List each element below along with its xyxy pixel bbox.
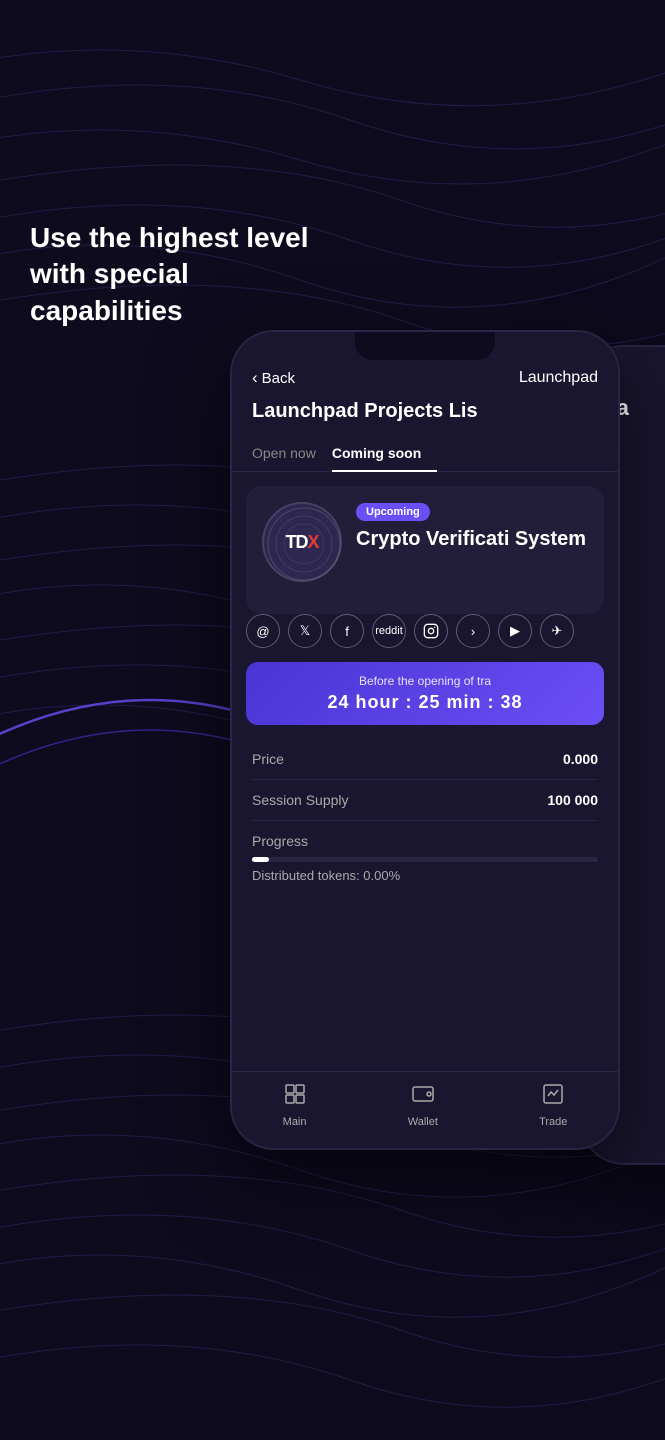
progress-section: Progress Distributed tokens: 0.00%	[232, 821, 618, 895]
main-nav-icon	[283, 1082, 307, 1112]
card-info: Upcoming Crypto Verificati System	[356, 502, 588, 551]
back-label: Back	[262, 370, 295, 387]
facebook-icon[interactable]: f	[330, 614, 364, 648]
hero-text: Use the highest level with special capab…	[30, 220, 340, 329]
at-icon[interactable]: @	[246, 614, 280, 648]
upcoming-badge: Upcoming	[356, 503, 430, 521]
project-name: Crypto Verificati System	[356, 527, 588, 551]
main-nav-label: Main	[283, 1116, 307, 1128]
phone-screen: ‹ Back Launchpad Launchpad Projects Lis …	[232, 332, 618, 1148]
wallet-nav-label: Wallet	[408, 1116, 438, 1128]
trade-nav-label: Trade	[539, 1116, 567, 1128]
tab-open-now[interactable]: Open now	[252, 437, 332, 471]
detail-rows: Price 0.000 Session Supply 100 000	[232, 739, 618, 821]
youtube-icon[interactable]: ▶	[498, 614, 532, 648]
distributed-tokens-text: Distributed tokens: 0.00%	[252, 868, 598, 883]
page-title: Launchpad Projects Lis	[232, 400, 618, 437]
countdown-label: Before the opening of tra	[262, 674, 588, 688]
project-logo: TDX	[262, 502, 342, 582]
telegram-icon[interactable]: ✈	[540, 614, 574, 648]
header-title: Launchpad	[519, 369, 598, 387]
logo-text: TDX	[285, 532, 318, 553]
twitter-icon[interactable]: 𝕏	[288, 614, 322, 648]
more-icon[interactable]: ›	[456, 614, 490, 648]
notch	[355, 332, 495, 360]
tabs-bar: Open now Coming soon	[232, 437, 618, 472]
trade-nav-item[interactable]: Trade	[539, 1082, 567, 1128]
reddit-icon[interactable]: reddit	[372, 614, 406, 648]
progress-bar-bg	[252, 857, 598, 862]
tab-coming-soon[interactable]: Coming soon	[332, 437, 437, 471]
supply-label: Session Supply	[252, 792, 349, 808]
price-label: Price	[252, 751, 284, 767]
countdown-banner: Before the opening of tra 24 hour : 25 m…	[246, 662, 604, 725]
trade-nav-icon	[541, 1082, 565, 1112]
progress-bar-fill	[252, 857, 269, 862]
bottom-nav: Main Wallet	[232, 1071, 618, 1148]
price-value: 0.000	[563, 751, 598, 767]
countdown-time: 24 hour : 25 min : 38	[262, 692, 588, 713]
back-button[interactable]: ‹ Back	[252, 368, 295, 388]
wallet-nav-icon	[411, 1082, 435, 1112]
back-chevron-icon: ‹	[252, 368, 258, 388]
instagram-icon[interactable]	[414, 614, 448, 648]
detail-row-price: Price 0.000	[252, 739, 598, 780]
progress-label: Progress	[252, 833, 598, 849]
main-nav-item[interactable]: Main	[283, 1082, 307, 1128]
project-card: TDX Upcoming Crypto Verificati System	[246, 486, 604, 614]
phone-primary: ‹ Back Launchpad Launchpad Projects Lis …	[230, 330, 620, 1150]
detail-row-supply: Session Supply 100 000	[252, 780, 598, 821]
wallet-nav-item[interactable]: Wallet	[408, 1082, 438, 1128]
supply-value: 100 000	[547, 792, 598, 808]
social-icons-row: @ 𝕏 f reddit › ▶ ✈	[232, 614, 618, 648]
logo-x: X	[307, 532, 318, 552]
